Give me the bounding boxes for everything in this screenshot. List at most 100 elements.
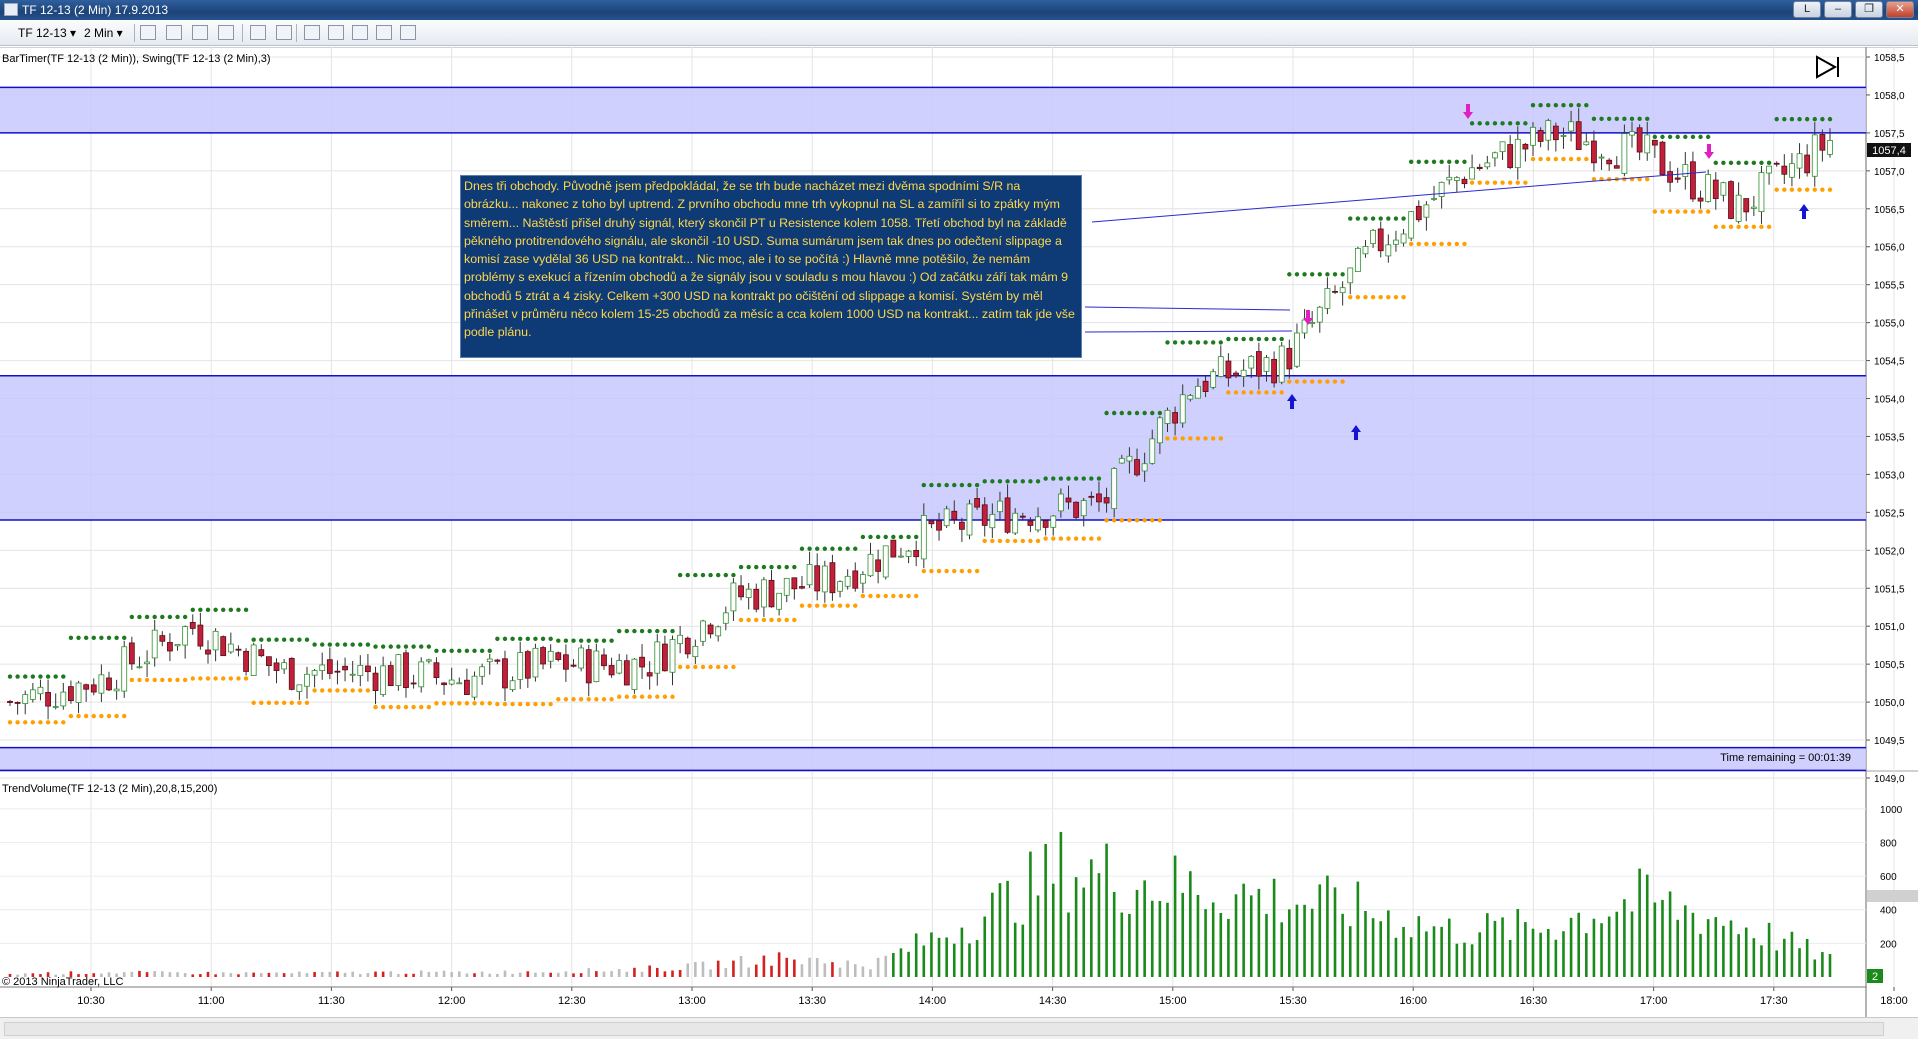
interval-label: 2 Min xyxy=(84,26,114,40)
swing-high-dot xyxy=(1591,116,1597,122)
volume-bar xyxy=(1166,902,1169,977)
candle-body xyxy=(14,702,21,704)
swing-high-dot xyxy=(1210,340,1216,345)
disabled-tool-icon[interactable] xyxy=(218,25,234,40)
candle-body xyxy=(258,649,265,657)
swing-high-dot xyxy=(1134,410,1140,416)
time-axis[interactable]: 10:30 11:00 11:30 12:00 12:30 13:00 13:30 14:00… xyxy=(0,986,1908,1007)
data-box-icon[interactable] xyxy=(376,25,392,40)
volume-bar xyxy=(831,962,834,977)
swing-high-dot xyxy=(1507,121,1513,126)
volume-bar xyxy=(1432,926,1436,977)
swing-high-dot xyxy=(1515,121,1520,126)
candle-body xyxy=(1362,246,1369,255)
strategies-icon[interactable] xyxy=(352,25,368,40)
minimize-button[interactable]: – xyxy=(1824,1,1852,18)
candle-body xyxy=(707,624,714,635)
swing-low-dot xyxy=(776,617,782,623)
drawing-tool-icon[interactable] xyxy=(166,25,182,40)
swing-high-dot xyxy=(967,482,972,488)
indicators-icon[interactable] xyxy=(328,25,344,40)
swing-low-dot xyxy=(921,568,927,574)
candle-body xyxy=(1682,164,1689,177)
interval-selector[interactable]: 2 Min ▾ xyxy=(84,24,123,42)
zoom-icon[interactable] xyxy=(276,25,292,40)
candle-body xyxy=(387,665,394,687)
volume-bar xyxy=(1516,909,1520,977)
swing-high-dot xyxy=(190,607,195,613)
volume-bar xyxy=(1074,877,1078,977)
swing-high-dot xyxy=(617,628,622,634)
link-tool-icon[interactable] xyxy=(192,25,208,40)
swing-low-dot xyxy=(685,664,690,670)
candle-body xyxy=(1172,412,1179,424)
swing-low-dot xyxy=(1705,209,1711,214)
link-button[interactable]: L xyxy=(1793,1,1821,18)
volume-bar xyxy=(412,973,415,977)
volume-bar xyxy=(587,968,591,977)
instrument-selector[interactable]: TF 12-13 ▾ xyxy=(18,24,76,42)
candle-body xyxy=(722,612,729,624)
swing-high-dot xyxy=(114,635,119,640)
candle-body xyxy=(1644,134,1651,154)
swing-high-dot xyxy=(137,614,142,620)
swing-high-dot xyxy=(312,642,317,647)
candle-body xyxy=(7,701,13,703)
candle-body xyxy=(1781,165,1788,175)
crosshair-icon[interactable] xyxy=(250,25,266,40)
candle-body xyxy=(1537,130,1544,142)
swing-low-dot xyxy=(304,700,310,706)
swing-low-dot xyxy=(906,593,911,599)
swing-low-dot xyxy=(647,694,652,699)
swing-low-dot xyxy=(997,538,1003,544)
template-icon[interactable] xyxy=(400,25,416,40)
volume-bar xyxy=(206,971,210,977)
swing-low-dot xyxy=(1820,187,1825,192)
volume-bar xyxy=(366,973,370,977)
candle-body xyxy=(22,694,29,704)
candle-body xyxy=(837,581,843,592)
horizontal-scrollbar[interactable] xyxy=(0,1017,1918,1039)
volume-bar xyxy=(853,964,857,977)
volume-bar xyxy=(1280,922,1284,977)
volume-bar xyxy=(435,971,438,977)
volume-bar xyxy=(777,952,781,977)
candle-body xyxy=(1674,177,1681,180)
candle-body xyxy=(342,665,348,671)
sr-zone xyxy=(0,375,1866,520)
swing-low-dot xyxy=(152,677,157,683)
volume-bar xyxy=(176,972,179,977)
candle-body xyxy=(395,654,402,686)
volume-axis[interactable]: 1000 800 600 400 200 xyxy=(1880,805,1903,951)
candle-body xyxy=(471,675,478,698)
chart-style-icon[interactable] xyxy=(140,25,156,40)
swing-low-dot xyxy=(327,688,333,693)
volume-bar xyxy=(450,972,453,977)
volume-bar xyxy=(617,969,621,977)
candle-body xyxy=(547,651,554,662)
swing-low-dot xyxy=(495,701,500,707)
close-button[interactable]: ✕ xyxy=(1886,1,1914,18)
swing-high-dot xyxy=(1698,134,1703,140)
time-tick-label: 17:30 xyxy=(1760,995,1788,1007)
swing-high-dot xyxy=(1546,102,1551,108)
candle-body xyxy=(677,634,684,645)
swing-low-dot xyxy=(1340,379,1345,384)
candle-body xyxy=(517,652,524,680)
swing-low-dot xyxy=(898,593,904,599)
scroll-track[interactable] xyxy=(4,1022,1884,1036)
swing-low-dot xyxy=(1294,379,1300,384)
swing-low-dot xyxy=(45,720,51,725)
volume-bar xyxy=(724,967,728,977)
volume-bar xyxy=(1737,934,1740,977)
price-axis[interactable]: 1058,5 1058,0 1057,5 1057,0 1056,5 1056,0 1055… xyxy=(1866,53,1905,785)
volume-bar xyxy=(1722,925,1725,977)
candle-body xyxy=(1758,172,1765,213)
volume-bar xyxy=(732,960,735,977)
swing-low-dot xyxy=(1462,241,1467,247)
maximize-button[interactable]: ❐ xyxy=(1855,1,1883,18)
volume-bar xyxy=(793,959,796,977)
candle-body xyxy=(1210,371,1217,388)
properties-icon[interactable] xyxy=(304,25,320,40)
volume-bar xyxy=(427,971,431,977)
